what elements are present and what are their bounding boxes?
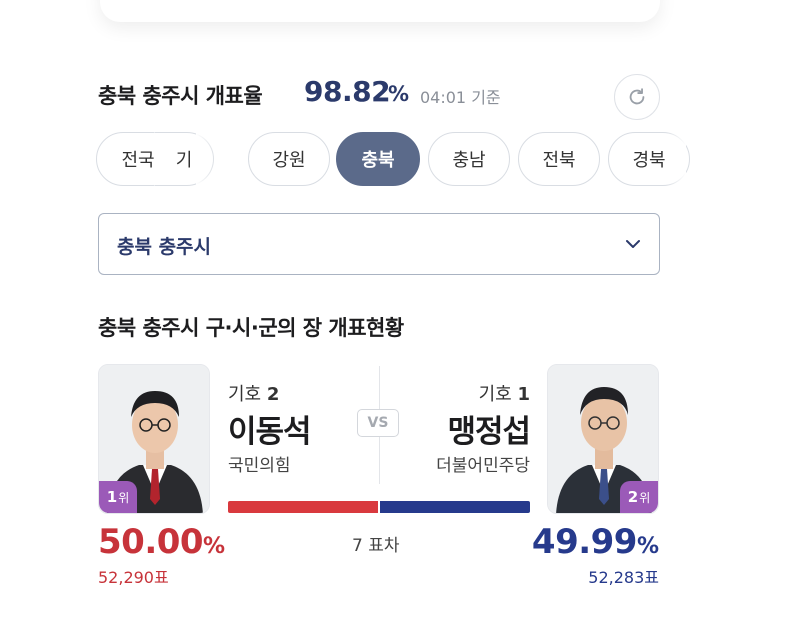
candidate-info-left: 기호 2 이동석 국민의힘 [228,380,312,476]
votes-right: 52,283표 [588,568,659,587]
tab-chungnam[interactable]: 충남 [428,132,510,186]
votes-left: 52,290표 [98,568,169,587]
count-rate-unit: % [388,82,410,106]
tabs-fade-right [666,132,686,188]
tabs-fade-left [196,132,216,188]
party-left: 국민의힘 [228,456,291,476]
rank-suffix-right: 위 [639,490,651,505]
party-right: 더불어민주당 [436,456,530,476]
giho-left: 기호 2 [228,380,311,406]
giho-right: 기호 1 [436,380,530,406]
rank-number-left: 1 [106,488,118,506]
count-rate: 98.82 [304,75,391,108]
previous-card [100,0,660,22]
rank-suffix-left: 위 [118,490,130,505]
giho-label-right: 기호 [478,384,512,405]
vote-share-bar-left [228,501,378,513]
refresh-button[interactable] [614,74,660,120]
region-select[interactable]: 충북 충주시 [98,213,660,275]
candidate-photo-left: 1위 [98,364,210,514]
percent-value-right: 49.99 [531,522,638,562]
giho-label-left: 기호 [228,384,262,405]
region-select-value: 충북 충주시 [117,236,212,258]
percent-right: 49.99% [532,522,659,562]
candidate-photo-right: 2위 [547,364,659,514]
percent-unit-left: % [203,534,226,559]
count-title: 충북 충주시 개표율 [98,84,263,108]
rank-number-right: 2 [627,488,639,506]
percent-value-left: 50.00 [98,522,204,562]
tab-chungbuk[interactable]: 충북 [336,132,420,186]
tab-gangwon[interactable]: 강원 [248,132,330,186]
count-header: 충북 충주시 개표율 98.82 % 04:01 기준 [98,74,662,120]
tab-jeonbuk[interactable]: 전북 [518,132,600,186]
vs-badge: VS [357,409,399,437]
candidate-name-left: 이동석 [228,414,312,450]
rank-badge-right: 2위 [620,481,658,513]
giho-number-left: 2 [266,384,280,405]
percent-unit-right: % [636,534,659,559]
candidate-info-right: 기호 1 맹정섭 더불어민주당 [436,380,531,476]
candidate-name-right: 맹정섭 [447,414,531,450]
chevron-down-icon [626,240,640,248]
percent-left: 50.00% [98,522,225,562]
section-title: 충북 충주시 구·시·군의 장 개표현황 [98,316,404,340]
vote-share-bar-right [380,501,530,513]
region-tabs: 전국 기 강원 충북 충남 전북 경북 [96,132,690,188]
count-time: 04:01 기준 [420,88,501,107]
rank-badge-left: 1위 [99,481,137,513]
giho-number-right: 1 [517,384,530,405]
vote-margin: 7 표차 [352,536,400,556]
refresh-icon [629,88,645,105]
